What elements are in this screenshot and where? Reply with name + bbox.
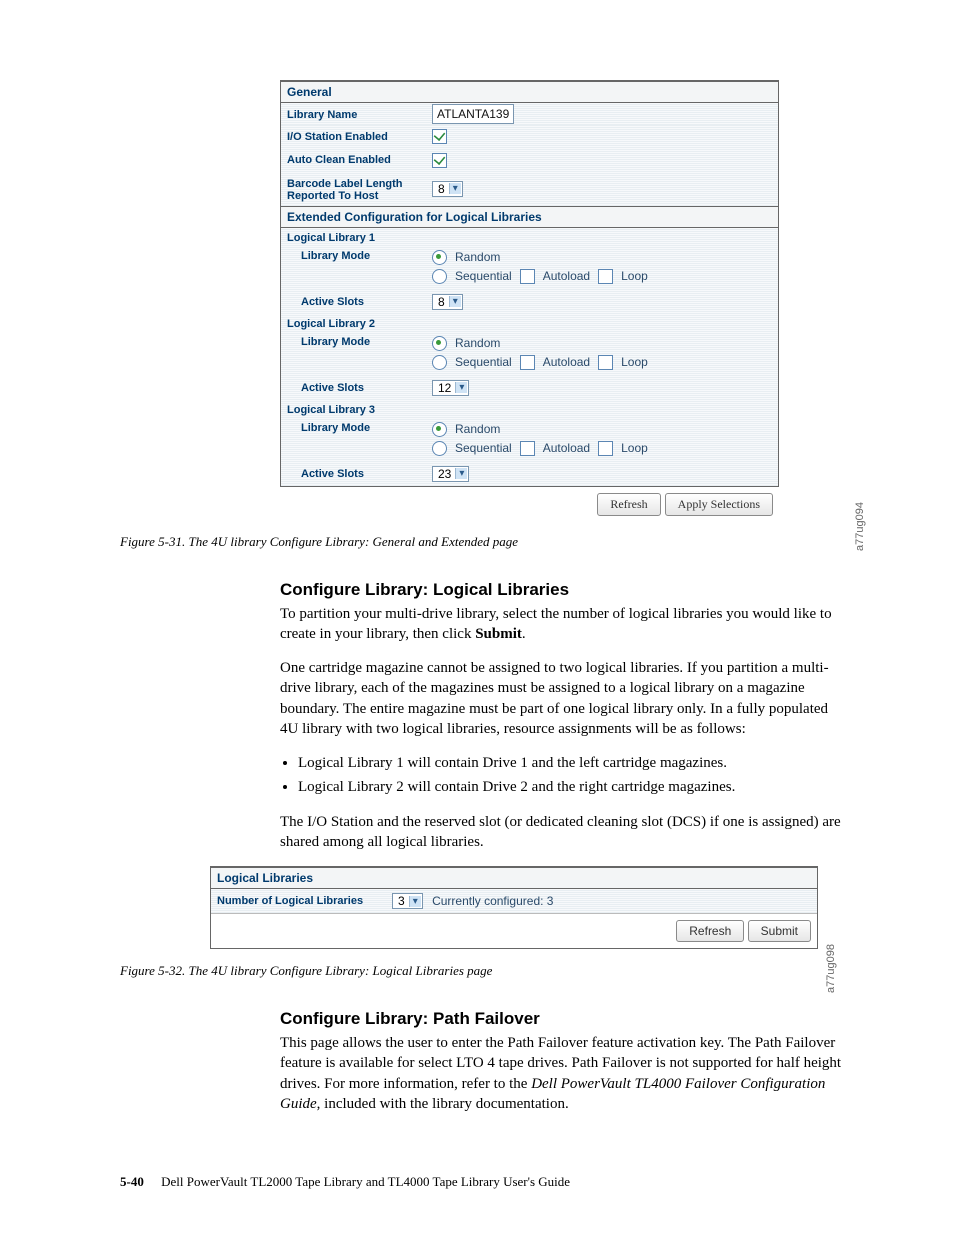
logical-libraries-p3: The I/O Station and the reserved slot (o… xyxy=(280,812,844,853)
library-name-label: Library Name xyxy=(287,107,432,121)
loop-option-label: Loop xyxy=(621,441,648,455)
figure-side-label: a77ug094 xyxy=(854,502,866,551)
lib3-autoload-checkbox[interactable] xyxy=(520,441,535,456)
refresh-button[interactable]: Refresh xyxy=(676,920,744,942)
logical-library-3-header: Logical Library 3 xyxy=(281,400,438,416)
lib3-sequential-radio[interactable] xyxy=(432,441,447,456)
chevron-down-icon: ▾ xyxy=(455,382,467,393)
chevron-down-icon: ▾ xyxy=(449,183,461,194)
sequential-option-label: Sequential xyxy=(455,269,512,283)
currently-configured-label: Currently configured: 3 xyxy=(432,894,553,908)
lib3-random-radio[interactable] xyxy=(432,422,447,437)
list-item: Logical Library 2 will contain Drive 2 a… xyxy=(298,777,844,797)
path-failover-heading: Configure Library: Path Failover xyxy=(280,1009,844,1029)
logical-library-1-header: Logical Library 1 xyxy=(281,228,438,244)
active-slots-label: Active Slots xyxy=(287,294,432,308)
footer-title: Dell PowerVault TL2000 Tape Library and … xyxy=(161,1174,570,1189)
logical-libraries-heading: Configure Library: Logical Libraries xyxy=(280,580,844,600)
apply-selections-button[interactable]: Apply Selections xyxy=(665,493,773,516)
refresh-button[interactable]: Refresh xyxy=(597,493,660,516)
auto-clean-label: Auto Clean Enabled xyxy=(287,152,432,166)
figure-5-32: Logical Libraries Number of Logical Libr… xyxy=(210,866,818,949)
barcode-length-select[interactable]: 8▾ xyxy=(432,181,463,197)
figure-5-31: General Library Name ATLANTA139 I/O Stat… xyxy=(120,80,844,520)
figure-5-32-caption: Figure 5-32. The 4U library Configure Li… xyxy=(120,963,844,979)
logical-libraries-p2: One cartridge magazine cannot be assigne… xyxy=(280,658,844,739)
lib1-active-slots-select[interactable]: 8▾ xyxy=(432,294,463,310)
library-name-input[interactable]: ATLANTA139 xyxy=(432,104,514,124)
path-failover-p1: This page allows the user to enter the P… xyxy=(280,1033,844,1114)
number-of-libraries-label: Number of Logical Libraries xyxy=(217,893,392,907)
logical-libraries-list: Logical Library 1 will contain Drive 1 a… xyxy=(280,753,844,798)
barcode-length-label: Barcode Label Length Reported To Host xyxy=(287,176,432,202)
lib2-active-slots-select[interactable]: 12▾ xyxy=(432,380,469,396)
logical-library-2-header: Logical Library 2 xyxy=(281,314,438,330)
random-option-label: Random xyxy=(455,422,500,436)
submit-button[interactable]: Submit xyxy=(748,920,811,942)
active-slots-label: Active Slots xyxy=(287,380,432,394)
general-header: General xyxy=(281,81,778,103)
lib1-autoload-checkbox[interactable] xyxy=(520,269,535,284)
io-station-checkbox[interactable] xyxy=(432,129,447,144)
autoload-option-label: Autoload xyxy=(543,269,590,283)
lib2-sequential-radio[interactable] xyxy=(432,355,447,370)
autoload-option-label: Autoload xyxy=(543,355,590,369)
lib2-autoload-checkbox[interactable] xyxy=(520,355,535,370)
figure-5-31-caption: Figure 5-31. The 4U library Configure Li… xyxy=(120,534,844,550)
logical-libraries-header: Logical Libraries xyxy=(211,867,817,889)
chevron-down-icon: ▾ xyxy=(455,468,467,479)
lib3-active-slots-select[interactable]: 23▾ xyxy=(432,466,469,482)
sequential-option-label: Sequential xyxy=(455,441,512,455)
chevron-down-icon: ▾ xyxy=(449,296,461,307)
lib1-sequential-radio[interactable] xyxy=(432,269,447,284)
io-station-label: I/O Station Enabled xyxy=(287,129,432,143)
library-mode-label: Library Mode xyxy=(287,334,432,348)
loop-option-label: Loop xyxy=(621,355,648,369)
lib2-loop-checkbox[interactable] xyxy=(598,355,613,370)
random-option-label: Random xyxy=(455,250,500,264)
lib1-random-radio[interactable] xyxy=(432,250,447,265)
random-option-label: Random xyxy=(455,336,500,350)
library-mode-label: Library Mode xyxy=(287,248,432,262)
autoload-option-label: Autoload xyxy=(543,441,590,455)
lib1-loop-checkbox[interactable] xyxy=(598,269,613,284)
loop-option-label: Loop xyxy=(621,269,648,283)
logical-libraries-p1: To partition your multi-drive library, s… xyxy=(280,604,844,645)
auto-clean-checkbox[interactable] xyxy=(432,153,447,168)
number-of-libraries-select[interactable]: 3▾ xyxy=(392,893,423,909)
sequential-option-label: Sequential xyxy=(455,355,512,369)
lib2-random-radio[interactable] xyxy=(432,336,447,351)
figure-side-label: a77ug098 xyxy=(825,944,837,993)
page-footer: 5-40 Dell PowerVault TL2000 Tape Library… xyxy=(120,1174,844,1190)
active-slots-label: Active Slots xyxy=(287,466,432,480)
list-item: Logical Library 1 will contain Drive 1 a… xyxy=(298,753,844,773)
library-mode-label: Library Mode xyxy=(287,420,432,434)
lib3-loop-checkbox[interactable] xyxy=(598,441,613,456)
page-number: 5-40 xyxy=(120,1174,144,1189)
extended-header: Extended Configuration for Logical Libra… xyxy=(281,206,778,228)
chevron-down-icon: ▾ xyxy=(409,896,421,907)
